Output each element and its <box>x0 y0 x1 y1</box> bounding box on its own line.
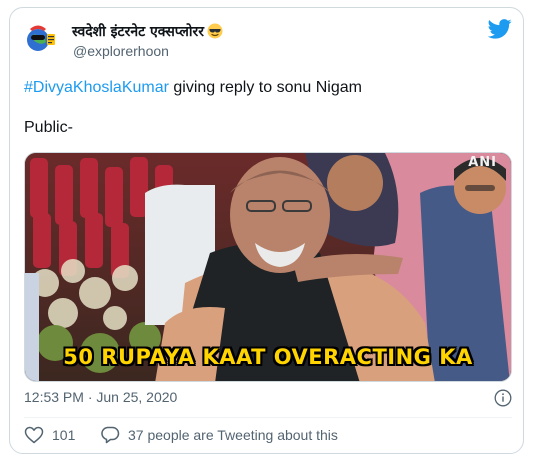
meme-caption: 50 RUPAYA KAAT OVERACTING KA <box>63 345 473 369</box>
media-watermark: ANI <box>468 155 497 170</box>
tweet-line-1: #DivyaKhoslaKumar giving reply to sonu N… <box>24 78 514 98</box>
tweet-line-1-text: giving reply to sonu Nigam <box>168 79 362 96</box>
tweet-card[interactable]: स्वदेशी इंटरनेट एक्सप्लोरर @explorerhoon… <box>9 7 524 454</box>
avatar[interactable] <box>23 20 59 56</box>
tweet-media-image[interactable]: ANI 50 RUPAYA KAAT OVERACTING KA <box>24 152 512 382</box>
heart-icon <box>24 426 44 444</box>
tweet-text: #DivyaKhoslaKumar giving reply to sonu N… <box>24 78 514 138</box>
hashtag-link[interactable]: #DivyaKhoslaKumar <box>24 79 169 96</box>
tweeting-about-link[interactable]: 37 people are Tweeting about this <box>100 426 338 444</box>
user-handle[interactable]: @explorerhoon <box>73 43 169 59</box>
sunglasses-emoji-icon <box>207 23 223 43</box>
tweeting-about-text: 37 people are Tweeting about this <box>128 427 338 443</box>
display-name-text[interactable]: स्वदेशी इंटरनेट एक्सप्लोरर <box>72 24 204 40</box>
tweet-line-2: Public- <box>24 119 73 136</box>
twitter-bird-icon[interactable] <box>488 19 512 39</box>
tweet-timestamp[interactable]: 12:53 PM · Jun 25, 2020 <box>24 389 177 405</box>
like-count: 101 <box>52 427 76 443</box>
comment-bubble-icon <box>101 426 120 444</box>
info-icon[interactable] <box>494 389 512 407</box>
globe-avatar-icon <box>24 21 58 55</box>
display-name[interactable]: स्वदेशी इंटरनेट एक्सप्लोरर <box>72 22 223 43</box>
like-button[interactable]: 101 <box>24 426 75 444</box>
divider <box>24 417 512 418</box>
